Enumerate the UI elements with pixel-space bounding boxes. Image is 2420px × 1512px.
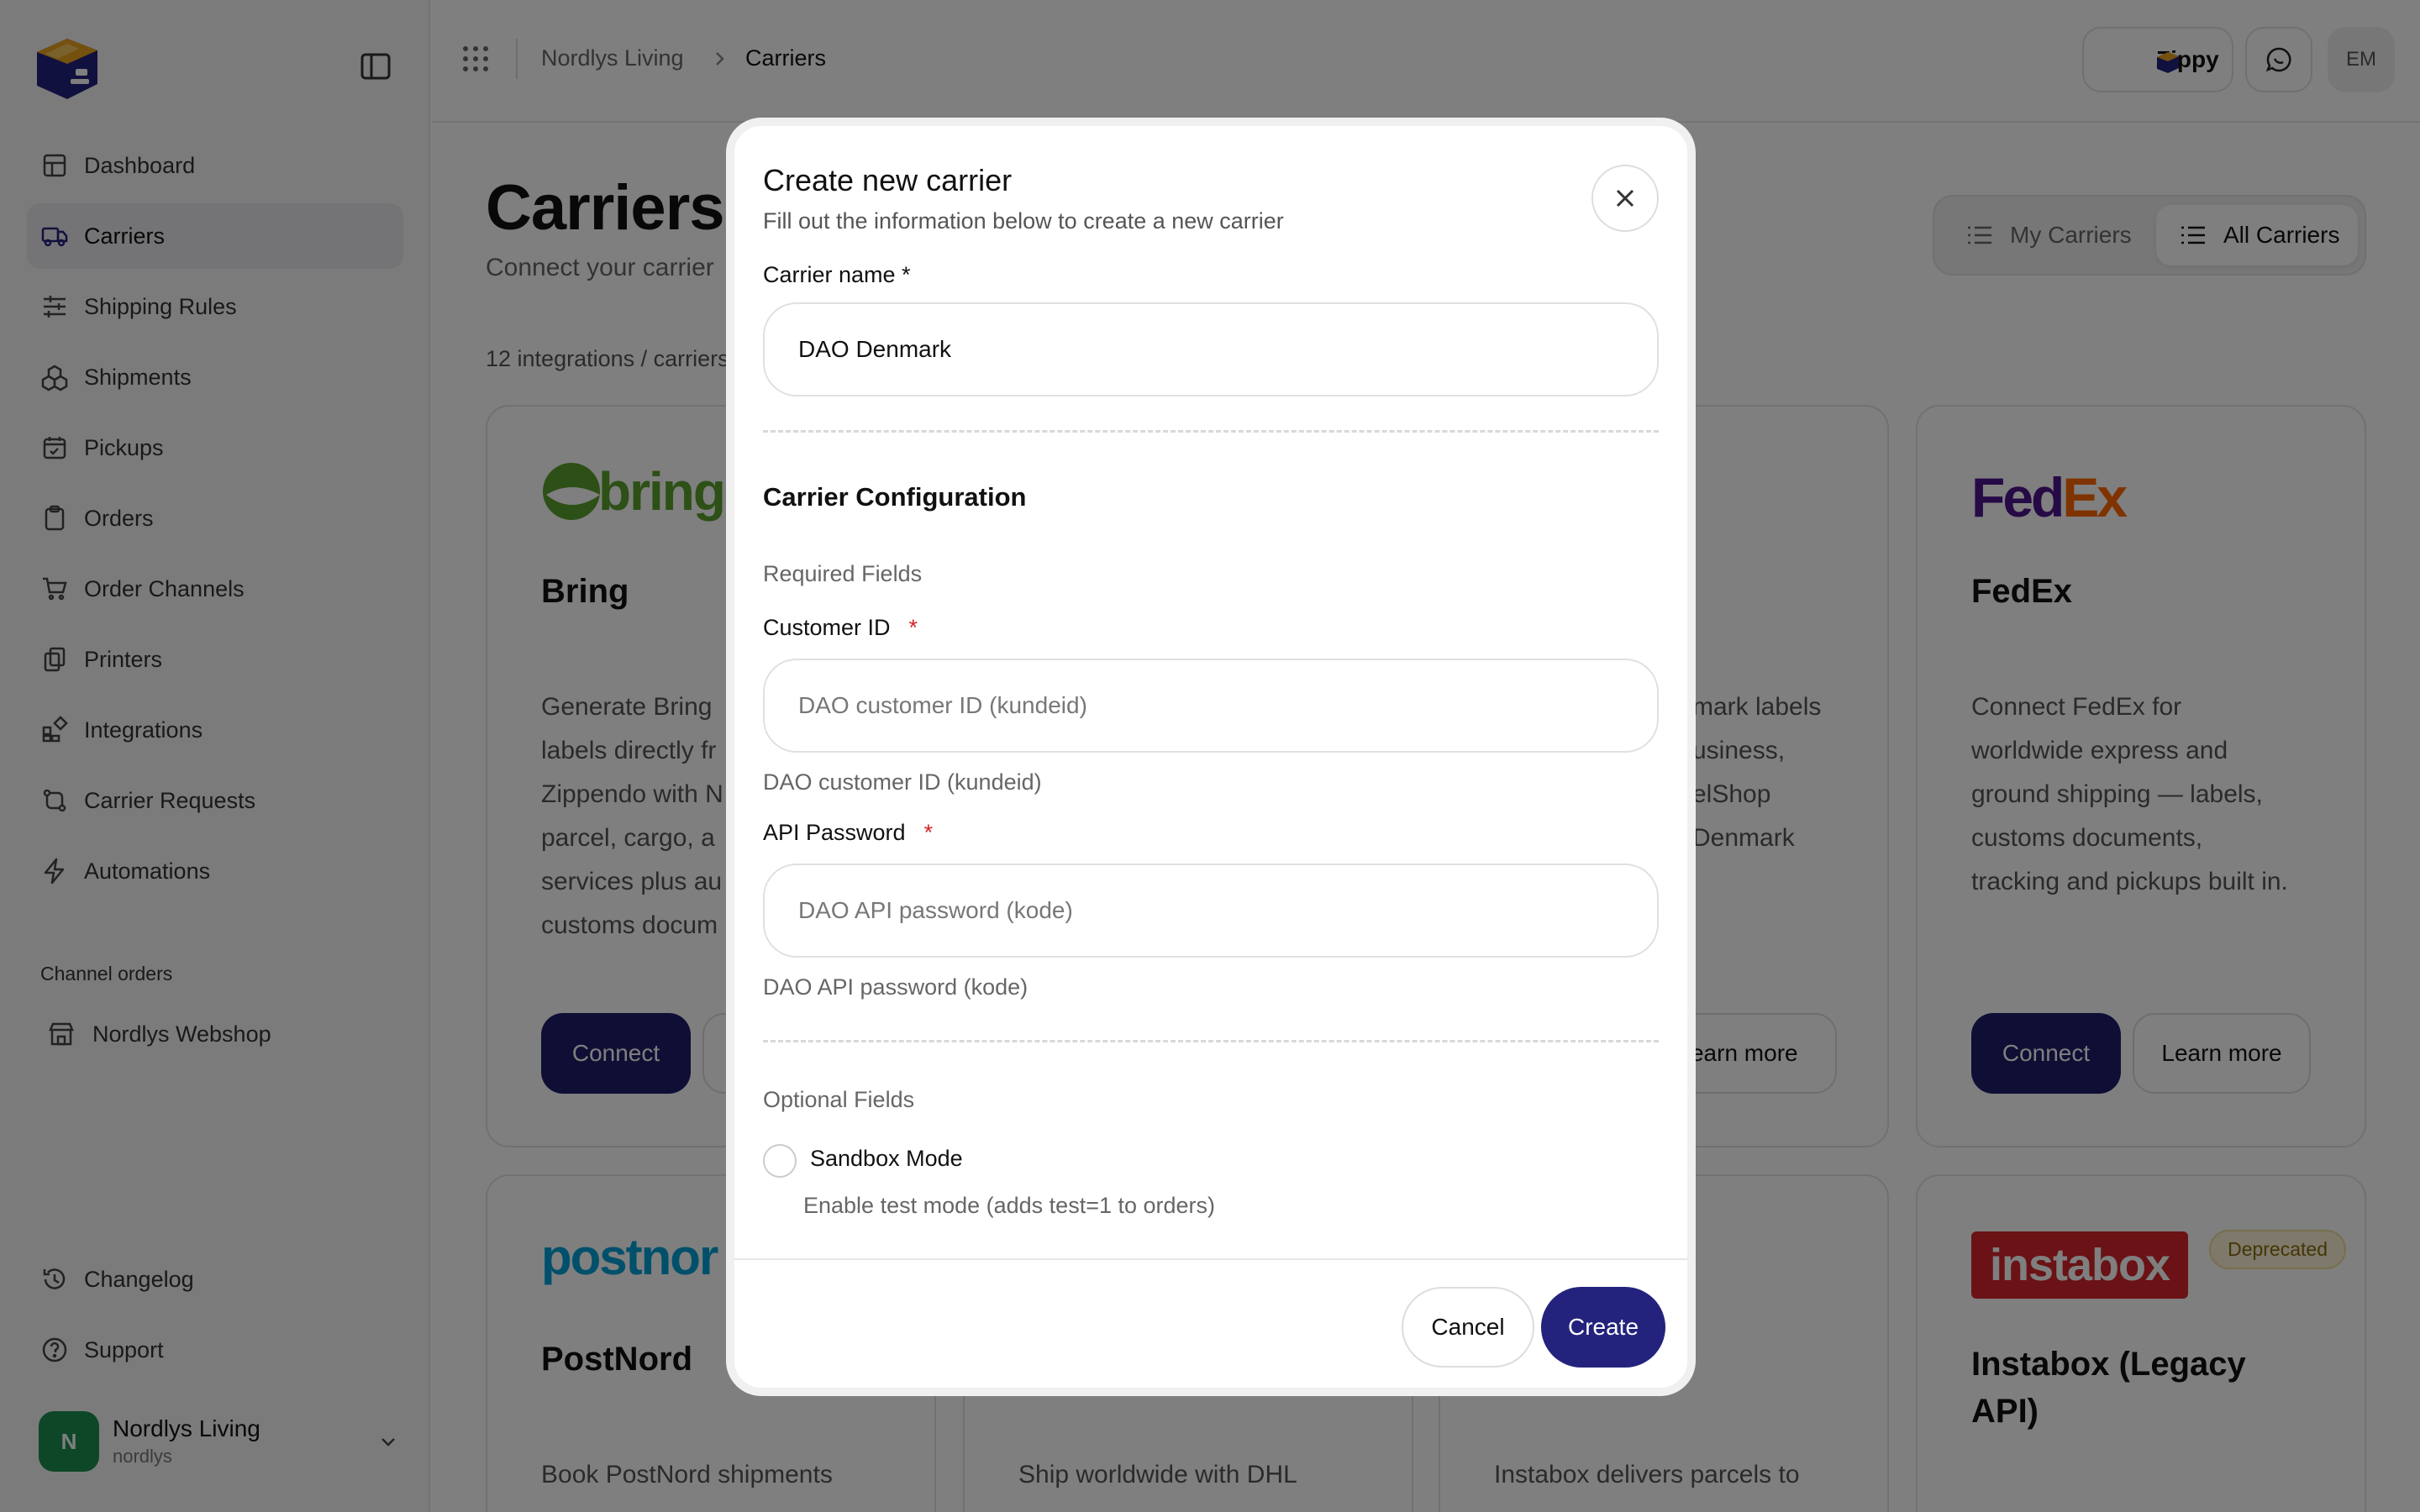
modal-title: Create new carrier (763, 163, 1013, 197)
api-password-hint: DAO API password (kode) (763, 974, 1028, 1000)
section-title: Carrier Configuration (763, 482, 1027, 512)
create-button[interactable]: Create (1541, 1287, 1665, 1368)
sandbox-mode-label[interactable]: Sandbox Mode (810, 1146, 963, 1172)
divider (734, 1258, 1687, 1260)
create-carrier-modal: Create new carrier Fill out the informat… (726, 118, 1696, 1396)
carrier-name-input[interactable] (763, 302, 1659, 396)
customer-id-input[interactable] (763, 659, 1659, 753)
sandbox-mode-hint: Enable test mode (adds test=1 to orders) (803, 1193, 1216, 1218)
customer-id-hint: DAO customer ID (kundeid) (763, 769, 1042, 795)
modal-subtitle: Fill out the information below to create… (763, 208, 1284, 234)
api-password-label: API Password * (763, 820, 934, 845)
customer-id-label: Customer ID * (763, 615, 918, 640)
carrier-name-label: Carrier name * (763, 262, 911, 287)
divider (763, 430, 1659, 433)
api-password-input[interactable] (763, 864, 1659, 958)
close-icon (1612, 186, 1638, 211)
sandbox-mode-checkbox[interactable] (763, 1144, 797, 1178)
optional-fields-heading: Optional Fields (763, 1087, 915, 1112)
cancel-button[interactable]: Cancel (1402, 1287, 1534, 1368)
close-button[interactable] (1591, 165, 1659, 232)
required-fields-heading: Required Fields (763, 561, 923, 586)
divider (763, 1040, 1659, 1042)
